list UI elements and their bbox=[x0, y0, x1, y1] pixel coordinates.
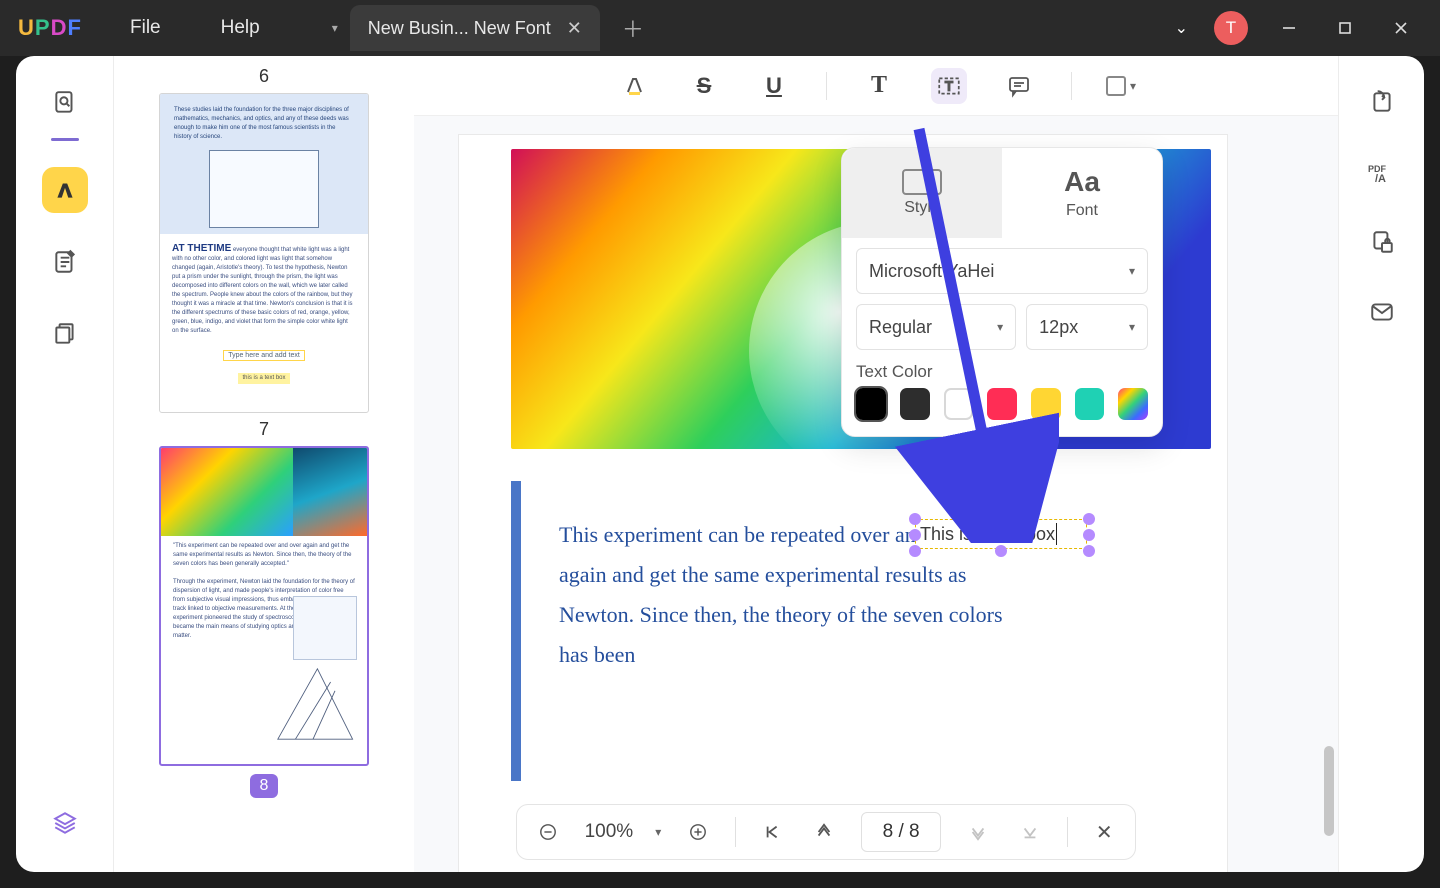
rail-separator bbox=[51, 138, 79, 141]
panel-tab-font[interactable]: Aa Font bbox=[1002, 148, 1162, 238]
comment-icon[interactable] bbox=[1001, 68, 1037, 104]
shape-tool-dropdown[interactable]: ▾ bbox=[1106, 76, 1136, 96]
window-maximize-button[interactable] bbox=[1330, 13, 1360, 43]
thumb-label-7: 7 bbox=[114, 419, 414, 440]
text-caret bbox=[1056, 523, 1057, 545]
underline-icon[interactable]: U bbox=[756, 68, 792, 104]
titlebar-dropdown-icon[interactable]: ⌄ bbox=[1175, 18, 1188, 38]
highlighter-icon[interactable] bbox=[616, 68, 652, 104]
zoom-dropdown-icon[interactable]: ▾ bbox=[655, 825, 661, 839]
svg-text:T: T bbox=[945, 78, 953, 93]
thumb-label-6: 6 bbox=[114, 66, 414, 87]
zoom-out-button[interactable] bbox=[533, 815, 563, 849]
thumb-badge-8: 8 bbox=[250, 774, 278, 798]
window-minimize-button[interactable] bbox=[1274, 13, 1304, 43]
resize-handle[interactable] bbox=[995, 545, 1007, 557]
page-navigation-bar: 100% ▾ 8 / 8 ✕ bbox=[516, 804, 1136, 860]
font-size-select[interactable]: 12px▾ bbox=[1026, 304, 1148, 350]
search-page-icon[interactable] bbox=[42, 80, 88, 126]
text-format-panel[interactable]: Style Aa Font Microsoft YaHei▾ Regular▾ … bbox=[841, 147, 1163, 437]
protect-icon[interactable] bbox=[1362, 222, 1402, 262]
thumb6-figure bbox=[209, 150, 319, 228]
swatch-white[interactable] bbox=[944, 388, 974, 420]
resize-handle[interactable] bbox=[1083, 513, 1095, 525]
toolbar-separator bbox=[1071, 72, 1072, 100]
thumbnail-7[interactable]: "This experiment can be repeated over an… bbox=[159, 446, 369, 766]
resize-handle[interactable] bbox=[909, 513, 921, 525]
font-weight-select[interactable]: Regular▾ bbox=[856, 304, 1016, 350]
strikethrough-icon[interactable]: S bbox=[686, 68, 722, 104]
swatch-red[interactable] bbox=[987, 388, 1017, 420]
thumbnail-panel[interactable]: 6 These studies laid the foundation for … bbox=[114, 56, 414, 872]
pages-icon[interactable] bbox=[42, 311, 88, 357]
mail-icon[interactable] bbox=[1362, 292, 1402, 332]
next-page-button[interactable] bbox=[963, 815, 993, 849]
app-logo: UPDF bbox=[0, 0, 100, 56]
swatch-rainbow[interactable] bbox=[1118, 388, 1148, 420]
font-family-select[interactable]: Microsoft YaHei▾ bbox=[856, 248, 1148, 294]
resize-handle[interactable] bbox=[1083, 545, 1095, 557]
annotation-toolbar: S U T T ▾ bbox=[414, 56, 1338, 116]
pdfa-icon[interactable]: PDF/A bbox=[1362, 152, 1402, 192]
resize-handle[interactable] bbox=[909, 545, 921, 557]
swatch-yellow[interactable] bbox=[1031, 388, 1061, 420]
textbox-tool-icon[interactable]: T bbox=[931, 68, 967, 104]
scrollbar-thumb[interactable] bbox=[1324, 746, 1334, 836]
swatch-black[interactable] bbox=[856, 388, 886, 420]
highlighter-tool-icon[interactable] bbox=[42, 167, 88, 213]
swatch-teal[interactable] bbox=[1075, 388, 1105, 420]
color-swatches bbox=[842, 388, 1162, 420]
tab-list-dropdown[interactable]: ▾ bbox=[320, 8, 350, 48]
first-page-button[interactable] bbox=[758, 815, 788, 849]
style-tab-icon bbox=[902, 169, 942, 195]
menu-help[interactable]: Help bbox=[221, 17, 260, 39]
thumbnail-6[interactable]: These studies laid the foundation for th… bbox=[159, 93, 369, 413]
prev-page-button[interactable] bbox=[809, 815, 839, 849]
menu-file[interactable]: File bbox=[130, 17, 161, 39]
resize-handle[interactable] bbox=[909, 529, 921, 541]
tab-close-icon[interactable]: ✕ bbox=[567, 18, 582, 39]
page-number-field[interactable]: 8 / 8 bbox=[861, 812, 941, 852]
resize-handle[interactable] bbox=[1083, 529, 1095, 541]
text-color-label: Text Color bbox=[842, 350, 1162, 388]
new-tab-button[interactable]: ＋ bbox=[608, 8, 658, 48]
document-page[interactable]: This experiment can be repeated over and… bbox=[458, 134, 1228, 872]
close-navbar-button[interactable]: ✕ bbox=[1089, 815, 1119, 849]
last-page-button[interactable] bbox=[1015, 815, 1045, 849]
blockquote-bar bbox=[511, 481, 521, 781]
zoom-in-button[interactable] bbox=[683, 815, 713, 849]
toolbar-separator bbox=[826, 72, 827, 100]
layers-icon[interactable] bbox=[42, 800, 88, 846]
resize-handle[interactable] bbox=[995, 513, 1007, 525]
document-tab[interactable]: New Busin... New Font ✕ bbox=[350, 5, 600, 51]
tab-title: New Busin... New Font bbox=[368, 18, 551, 39]
window-close-button[interactable] bbox=[1386, 13, 1416, 43]
zoom-value[interactable]: 100% bbox=[585, 821, 634, 843]
rotate-icon[interactable] bbox=[1362, 82, 1402, 122]
panel-tab-style[interactable]: Style bbox=[842, 148, 1002, 238]
edit-page-icon[interactable] bbox=[42, 239, 88, 285]
svg-text:/A: /A bbox=[1375, 173, 1386, 185]
user-avatar[interactable]: T bbox=[1214, 11, 1248, 45]
swatch-dark[interactable] bbox=[900, 388, 930, 420]
text-tool-icon[interactable]: T bbox=[861, 68, 897, 104]
